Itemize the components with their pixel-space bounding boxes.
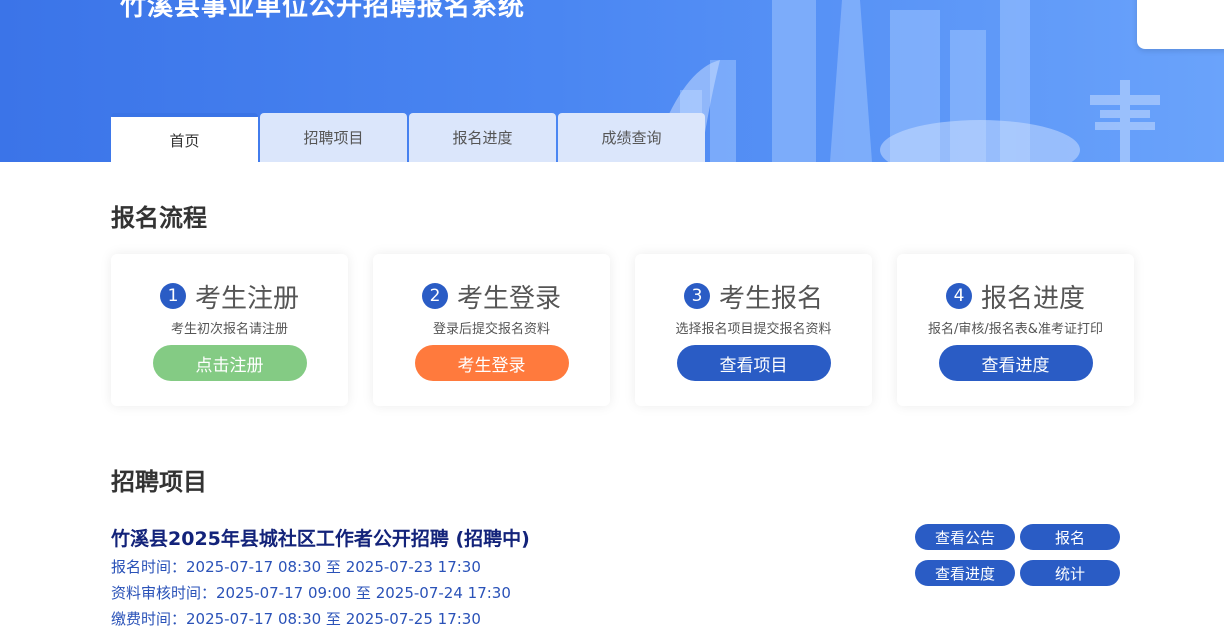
view-progress-button[interactable]: 查看进度 <box>938 345 1093 381</box>
step-title: 考生注册 <box>194 283 299 314</box>
step-title: 考生登录 <box>456 283 561 314</box>
step-number: 2 <box>421 283 448 309</box>
register-button[interactable]: 点击注册 <box>152 345 307 381</box>
step-description: 登录后提交报名资料 <box>432 322 550 337</box>
login-panel[interactable] <box>1137 0 1224 49</box>
step-card-apply: 3 考生报名 选择报名项目提交报名资料 查看项目 <box>635 254 872 406</box>
project-actions: 查看公告 报名 查看进度 统计 <box>915 524 1121 586</box>
step-head: 3 考生报名 <box>683 279 823 314</box>
login-button[interactable]: 考生登录 <box>414 345 569 381</box>
tab-score-query[interactable]: 成绩查询 <box>558 113 705 162</box>
step-head: 1 考生注册 <box>159 279 299 314</box>
step-card-login: 2 考生登录 登录后提交报名资料 考生登录 <box>373 254 610 406</box>
registration-flow: 1 考生注册 考生初次报名请注册 点击注册 2 考生登录 登录后提交报名资料 考… <box>111 254 1134 406</box>
site-title: 竹溪县事业单位公开招聘报名系统 <box>120 0 526 22</box>
main-nav-tabs: 首页 招聘项目 报名进度 成绩查询 <box>111 113 707 162</box>
step-number: 4 <box>945 283 972 309</box>
step-title: 考生报名 <box>718 283 823 314</box>
step-description: 考生初次报名请注册 <box>170 322 288 337</box>
step-head: 4 报名进度 <box>945 279 1085 314</box>
step-card-register: 1 考生注册 考生初次报名请注册 点击注册 <box>111 254 348 406</box>
apply-button[interactable]: 报名 <box>1020 524 1120 550</box>
view-projects-button[interactable]: 查看项目 <box>676 345 831 381</box>
step-title: 报名进度 <box>980 283 1085 314</box>
tab-home[interactable]: 首页 <box>111 113 258 162</box>
view-announcement-button[interactable]: 查看公告 <box>915 524 1015 550</box>
flow-section-title: 报名流程 <box>111 204 207 232</box>
tab-registration-progress[interactable]: 报名进度 <box>409 113 556 162</box>
step-description: 选择报名项目提交报名资料 <box>675 322 832 337</box>
project-item: 竹溪县2025年县城社区工作者公开招聘 (招聘中) 报名时间：2025-07-1… <box>111 524 1121 632</box>
tab-recruitment-projects[interactable]: 招聘项目 <box>260 113 407 162</box>
step-description: 报名/审核/报名表&准考证打印 <box>928 322 1103 337</box>
statistics-button[interactable]: 统计 <box>1020 560 1120 586</box>
step-card-progress: 4 报名进度 报名/审核/报名表&准考证打印 查看进度 <box>897 254 1134 406</box>
view-progress-button[interactable]: 查看进度 <box>915 560 1015 586</box>
step-number: 1 <box>159 283 186 309</box>
projects-section-title: 招聘项目 <box>111 468 207 496</box>
step-number: 3 <box>683 283 710 309</box>
step-head: 2 考生登录 <box>421 279 561 314</box>
payment-time: 缴费时间：2025-07-17 08:30 至 2025-07-25 17:30 <box>111 610 481 628</box>
